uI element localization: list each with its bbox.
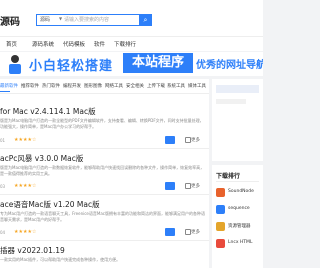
nav-templates[interactable]: 代码模板 (63, 40, 85, 48)
sidebar-placeholder (216, 85, 259, 93)
rank-item-name[interactable]: SoundNode (228, 189, 254, 194)
nav-software[interactable]: 软件 (94, 40, 105, 48)
more-link[interactable]: 更多 (191, 229, 200, 235)
rating-stars: ★★★★☆ (14, 137, 37, 143)
rating-stars: ★★★★☆ (14, 229, 37, 235)
thumbnail-icon[interactable] (165, 182, 175, 190)
nav-source[interactable]: 源码系统 (32, 40, 54, 48)
rating-stars: ★★★★☆ (14, 183, 37, 189)
tab-graphics[interactable]: 图形图像 (84, 83, 102, 89)
article-list: 最新软件 推荐软件 热门软件 编程开发 图形图像 网络工具 安全相关 上传下载 … (0, 79, 209, 268)
sidebar: 下载排行 SoundNode sequence 资源管理器 Lncx HTML (212, 79, 263, 268)
article-desc: 一款实用的Mac插件，可以帮助用户快速完成各种操作，使用方便。 (0, 257, 121, 262)
article-date: 01 (0, 138, 6, 143)
divider (0, 194, 209, 195)
app-icon (216, 205, 225, 214)
list-item[interactable]: for Mac v2.4.114.1 Mac版 版是为Mac电脑用户打造的一款全… (0, 106, 209, 146)
tab-network[interactable]: 网络工具 (105, 83, 123, 89)
chevron-down-icon[interactable]: ▼ (59, 16, 62, 21)
tab-media[interactable]: 媒体工具 (188, 83, 206, 89)
search-placeholder[interactable]: 请输入要搜索的内容 (64, 16, 109, 23)
divider (0, 240, 209, 241)
category-tabs: 最新软件 推荐软件 热门软件 编程开发 图形图像 网络工具 安全相关 上传下载 … (0, 79, 209, 94)
banner-text-3: 优秀的网址导航源码 (196, 60, 263, 71)
more-link[interactable]: 更多 (191, 183, 200, 189)
article-title[interactable]: acPc风暴 v3.0.0 Mac版 (0, 153, 83, 164)
tab-dev[interactable]: 编程开发 (63, 83, 81, 89)
article-title[interactable]: for Mac v2.4.114.1 Mac版 (0, 106, 96, 117)
person-icon (9, 55, 21, 74)
thumbnail-icon[interactable] (165, 228, 175, 236)
rank-item-name[interactable]: 资源管理器 (228, 223, 251, 229)
rank-item-name[interactable]: sequence (228, 206, 250, 211)
rank-item[interactable]: 资源管理器 (216, 221, 261, 233)
divider (216, 181, 259, 182)
search-box[interactable]: 源码 ▼ 请输入要搜索的内容 (36, 14, 140, 26)
rank-item[interactable]: SoundNode (216, 187, 261, 199)
app-icon (216, 222, 225, 231)
list-item[interactable]: ace语音Mac版 v1.20 Mac版 专为Mac用户打造的一款语音聊天工具，… (0, 199, 209, 239)
tab-system[interactable]: 系统工具 (167, 83, 185, 89)
download-rank: 下载排行 SoundNode sequence 资源管理器 Lncx HTML (212, 165, 263, 268)
main-nav: 首页 源码系统 代码模板 软件 下载排行 (0, 36, 263, 51)
article-title[interactable]: ace语音Mac版 v1.20 Mac版 (0, 199, 100, 210)
tab-recommended[interactable]: 推荐软件 (21, 83, 39, 89)
tab-transfer[interactable]: 上传下载 (147, 83, 165, 89)
tab-hot[interactable]: 热门软件 (42, 83, 60, 89)
header: 源码 源码 ▼ 请输入要搜索的内容 ⌕ (0, 0, 263, 36)
sidebar-placeholder (216, 99, 246, 104)
active-tab-indicator (0, 91, 10, 92)
tab-latest[interactable]: 最新软件 (0, 83, 18, 89)
search-icon: ⌕ (143, 16, 148, 24)
app-icon (216, 188, 225, 197)
site-logo[interactable]: 源码 (0, 13, 20, 28)
banner-text-2: 本站程序 (123, 53, 193, 73)
article-date: 04 (0, 230, 6, 235)
divider (0, 148, 209, 149)
banner-text-1: 小白轻松搭建 (29, 59, 114, 74)
search-button[interactable]: ⌕ (139, 14, 152, 26)
nav-rank[interactable]: 下载排行 (114, 40, 136, 48)
list-item[interactable]: acPc风暴 v3.0.0 Mac版 版是为Mac电脑用户打造的一款数据恢复软件… (0, 153, 209, 193)
search-category[interactable]: 源码 (40, 16, 50, 23)
article-title[interactable]: 插器 v2022.01.19 (0, 245, 65, 256)
rank-item[interactable]: sequence (216, 204, 261, 216)
article-desc: 版是为Mac电脑用户打造的一款数据恢复软件，能够帮助用户快速找回误删除的各种文件… (0, 165, 205, 176)
list-item[interactable]: 插器 v2022.01.19 一款实用的Mac插件，可以帮助用户快速完成各种操作… (0, 245, 209, 267)
more-link[interactable]: 更多 (191, 137, 200, 143)
thumbnail-icon[interactable] (165, 136, 175, 144)
tab-security[interactable]: 安全相关 (126, 83, 144, 89)
download-rank-title: 下载排行 (216, 173, 241, 180)
article-date: 03 (0, 184, 6, 189)
nav-home[interactable]: 首页 (6, 40, 17, 48)
article-desc: 专为Mac用户打造的一款语音聊天工具，Freenice语音Mac版拥有丰富的功能… (0, 211, 205, 222)
app-icon (216, 239, 225, 248)
rank-item-name[interactable]: Lncx HTML (228, 240, 252, 245)
sidebar-widget (212, 79, 263, 161)
promo-banner[interactable]: 小白轻松搭建 本站程序 优秀的网址导航源码 (0, 52, 263, 76)
article-desc: 版是为Mac电脑用户打造的一款全能型的PDF文件编辑软件，支持查看、编辑、转换P… (0, 118, 204, 129)
rank-item[interactable]: Lncx HTML (216, 238, 261, 250)
